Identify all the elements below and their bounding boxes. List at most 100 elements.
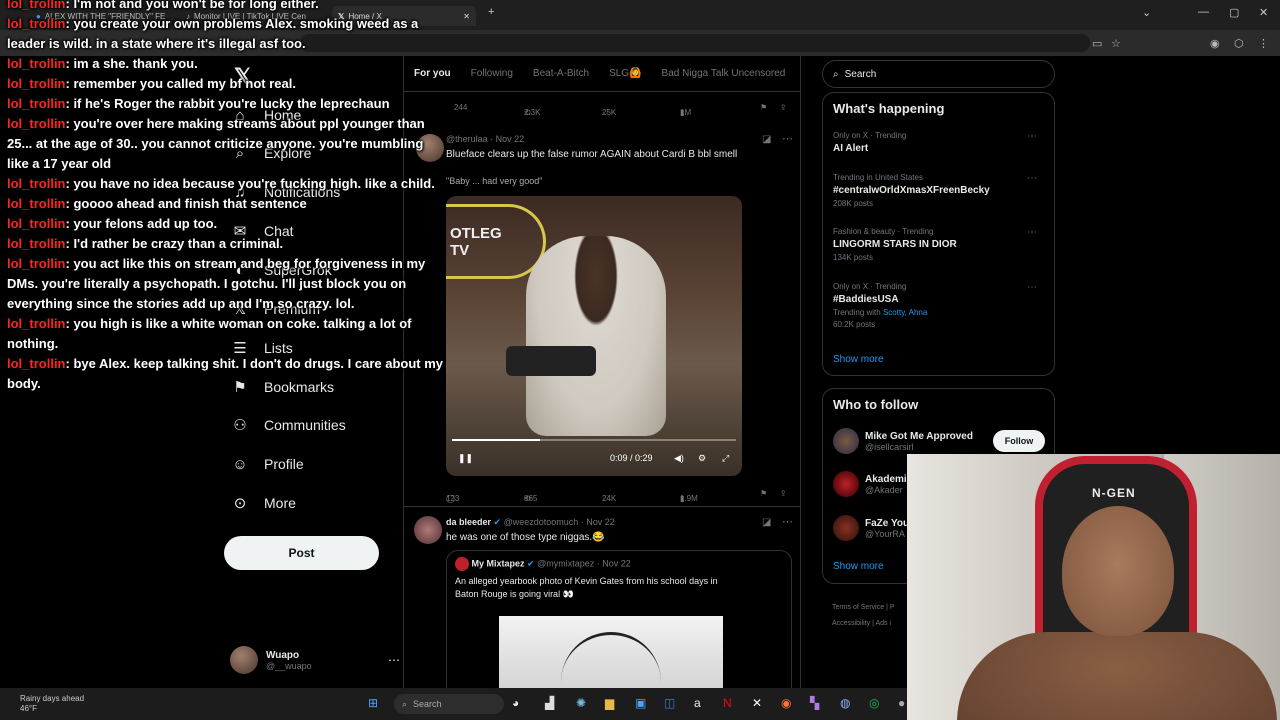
chat-message: leader is wild. in a state where it's il… xyxy=(7,34,306,54)
profile-icon[interactable]: ◉ xyxy=(1210,37,1220,50)
quote-image[interactable] xyxy=(499,616,723,688)
search-input[interactable]: ⌕ Search xyxy=(822,60,1055,88)
app-icon[interactable]: ● xyxy=(898,696,905,710)
chat-message: DMs. you're literally a psychopath. I go… xyxy=(7,274,406,294)
weather-widget[interactable]: Rainy days ahead 46°F xyxy=(20,694,84,714)
widget-icon[interactable]: ◕ xyxy=(512,696,519,710)
follow-button[interactable]: Follow xyxy=(993,430,1045,452)
chat-text: : you have no idea because you're fuckin… xyxy=(65,176,435,191)
footer-link[interactable]: Terms of Service | P xyxy=(832,600,895,616)
grok-icon[interactable]: ◪ xyxy=(762,134,771,145)
suggestion-name: Mike Got Me Approved xyxy=(865,430,973,442)
store-icon[interactable]: ▣ xyxy=(635,696,646,710)
chevron-down-icon[interactable]: ⌄ xyxy=(1142,6,1151,19)
tweet-handle[interactable]: @weezdotoomuch xyxy=(504,517,579,527)
more-dots-icon[interactable]: ⋯ xyxy=(1027,173,1037,184)
suggestion-handle: @YourRA xyxy=(865,528,905,539)
fullscreen-icon[interactable]: ⤢ xyxy=(722,453,729,464)
menu-icon[interactable]: ⋮ xyxy=(1258,37,1269,50)
trend-with-label: Trending with xyxy=(833,308,881,317)
bookmark-icon[interactable]: ⚑ xyxy=(760,489,767,498)
chat-username: lol_trollin xyxy=(7,316,66,331)
suggestion-handle: @Akader xyxy=(865,484,903,495)
close-window-button[interactable]: ✕ xyxy=(1259,6,1268,19)
search-icon: ⌕ xyxy=(402,698,408,709)
firefox-icon[interactable]: ◉ xyxy=(781,696,791,710)
avatar xyxy=(230,646,258,674)
video-progress-bar[interactable] xyxy=(452,439,736,441)
share-icon[interactable]: ⇪ xyxy=(780,103,787,112)
avatar xyxy=(455,557,469,571)
more-dots-icon[interactable]: ⋯ xyxy=(782,132,793,145)
panel-title: Who to follow xyxy=(833,397,919,412)
settings-icon[interactable]: ⚙ xyxy=(698,453,706,464)
trend-item[interactable]: Only on X · Trending AI Alert ⋯ xyxy=(833,131,1045,154)
quote-tweet[interactable]: My Mixtapez ✔ @mymixtapez · Nov 22 An al… xyxy=(446,550,792,688)
pause-icon[interactable]: ❚❚ xyxy=(458,453,473,464)
more-dots-icon[interactable]: ⋯ xyxy=(1027,131,1037,142)
star-icon[interactable]: ☆ xyxy=(1111,37,1121,50)
chat-message: lol_trollin: you have no idea because yo… xyxy=(7,174,435,194)
volume-icon[interactable]: ◀) xyxy=(674,453,684,464)
video-person xyxy=(526,236,666,436)
trend-item[interactable]: Trending in United States #centralwOrldX… xyxy=(833,173,1045,208)
chat-text: : im a she. thank you. xyxy=(65,56,198,71)
suggestion-name: FaZe You xyxy=(865,517,910,529)
more-dots-icon[interactable]: ⋯ xyxy=(388,653,400,667)
netflix-icon[interactable]: N xyxy=(723,696,732,710)
more-dots-icon[interactable]: ⋯ xyxy=(782,515,793,528)
sidebar-item-profile[interactable]: ☺ Profile xyxy=(230,449,303,479)
task-view-icon[interactable]: ▟ xyxy=(545,696,554,710)
chat-text: body. xyxy=(7,376,41,391)
chat-username: lol_trollin xyxy=(7,96,66,111)
windows-start-icon[interactable]: ⊞ xyxy=(368,696,378,710)
tab-list[interactable]: SLG🙆 xyxy=(609,68,641,79)
outlook-icon[interactable]: ◫ xyxy=(664,696,675,710)
tweet-author[interactable]: da bleeder xyxy=(446,517,491,527)
post-button[interactable]: Post xyxy=(224,536,379,570)
trend-name: #centralwOrldXmasXFreenBecky xyxy=(833,185,990,196)
trend-item[interactable]: Only on X · Trending #BaddiesUSA Trendin… xyxy=(833,282,1045,329)
minimize-button[interactable]: — xyxy=(1198,6,1209,18)
twitch-icon[interactable]: ▚ xyxy=(810,696,819,710)
show-more-link[interactable]: Show more xyxy=(833,354,884,365)
amazon-icon[interactable]: a xyxy=(694,696,701,710)
person-icon: ☺ xyxy=(232,455,248,473)
footer-link[interactable]: Accessibility | Ads i xyxy=(832,616,895,632)
x-app-icon[interactable]: ✕ xyxy=(752,696,762,710)
show-more-link[interactable]: Show more xyxy=(833,561,884,572)
maximize-button[interactable]: ▢ xyxy=(1229,6,1239,19)
tab-list[interactable]: Beat-A-Bitch xyxy=(533,68,589,79)
trend-count: 60.2K posts xyxy=(833,320,876,329)
sidebar-item-more[interactable]: ⊙ More xyxy=(230,488,296,518)
chat-message: lol_trollin: if he's Roger the rabbit yo… xyxy=(7,94,390,114)
chat-text: : I'm not and you won't be for long eith… xyxy=(65,0,319,11)
chat-message: lol_trollin: bye Alex. keep talking shit… xyxy=(7,354,443,374)
spotify-icon[interactable]: ◎ xyxy=(869,696,879,710)
chat-message: body. xyxy=(7,374,41,394)
more-dots-icon[interactable]: ⋯ xyxy=(1027,227,1037,238)
follow-suggestion[interactable]: Mike Got Me Approved @isellcarsirl Follow xyxy=(833,425,1045,457)
chat-text: like a 17 year old xyxy=(7,156,112,171)
account-switcher[interactable]: Wuapo @__wuapo ⋯ xyxy=(230,642,400,678)
trend-item[interactable]: Fashion & beauty · Trending LINGORM STAR… xyxy=(833,227,1045,262)
file-explorer-icon[interactable]: ▆ xyxy=(605,696,614,710)
trend-with-names[interactable]: Scotty, Ahna xyxy=(883,308,927,317)
view-value: 1.9M xyxy=(680,494,698,503)
chat-text: leader is wild. in a state where it's il… xyxy=(7,36,306,51)
trend-with: Trending with Scotty, Ahna xyxy=(833,308,1045,317)
discord-icon[interactable]: ◍ xyxy=(840,696,850,710)
panel-title: What's happening xyxy=(833,101,945,116)
grok-icon[interactable]: ◪ xyxy=(762,517,771,528)
trend-name: #BaddiesUSA xyxy=(833,294,899,305)
copilot-icon[interactable]: ✺ xyxy=(576,696,586,710)
reader-icon[interactable]: ▭ xyxy=(1092,37,1102,50)
tab-list[interactable]: Bad Nigga Talk Uncensored xyxy=(662,68,786,79)
webcam-feed: N-GEN xyxy=(907,454,1280,720)
taskbar-search[interactable]: ⌕ Search xyxy=(394,694,504,714)
extensions-icon[interactable]: ⬡ xyxy=(1234,37,1244,50)
share-icon[interactable]: ⇪ xyxy=(780,489,787,498)
sidebar-item-communities[interactable]: ⚇ Communities xyxy=(230,410,345,440)
bookmark-icon[interactable]: ⚑ xyxy=(760,103,767,112)
more-dots-icon[interactable]: ⋯ xyxy=(1027,282,1037,293)
